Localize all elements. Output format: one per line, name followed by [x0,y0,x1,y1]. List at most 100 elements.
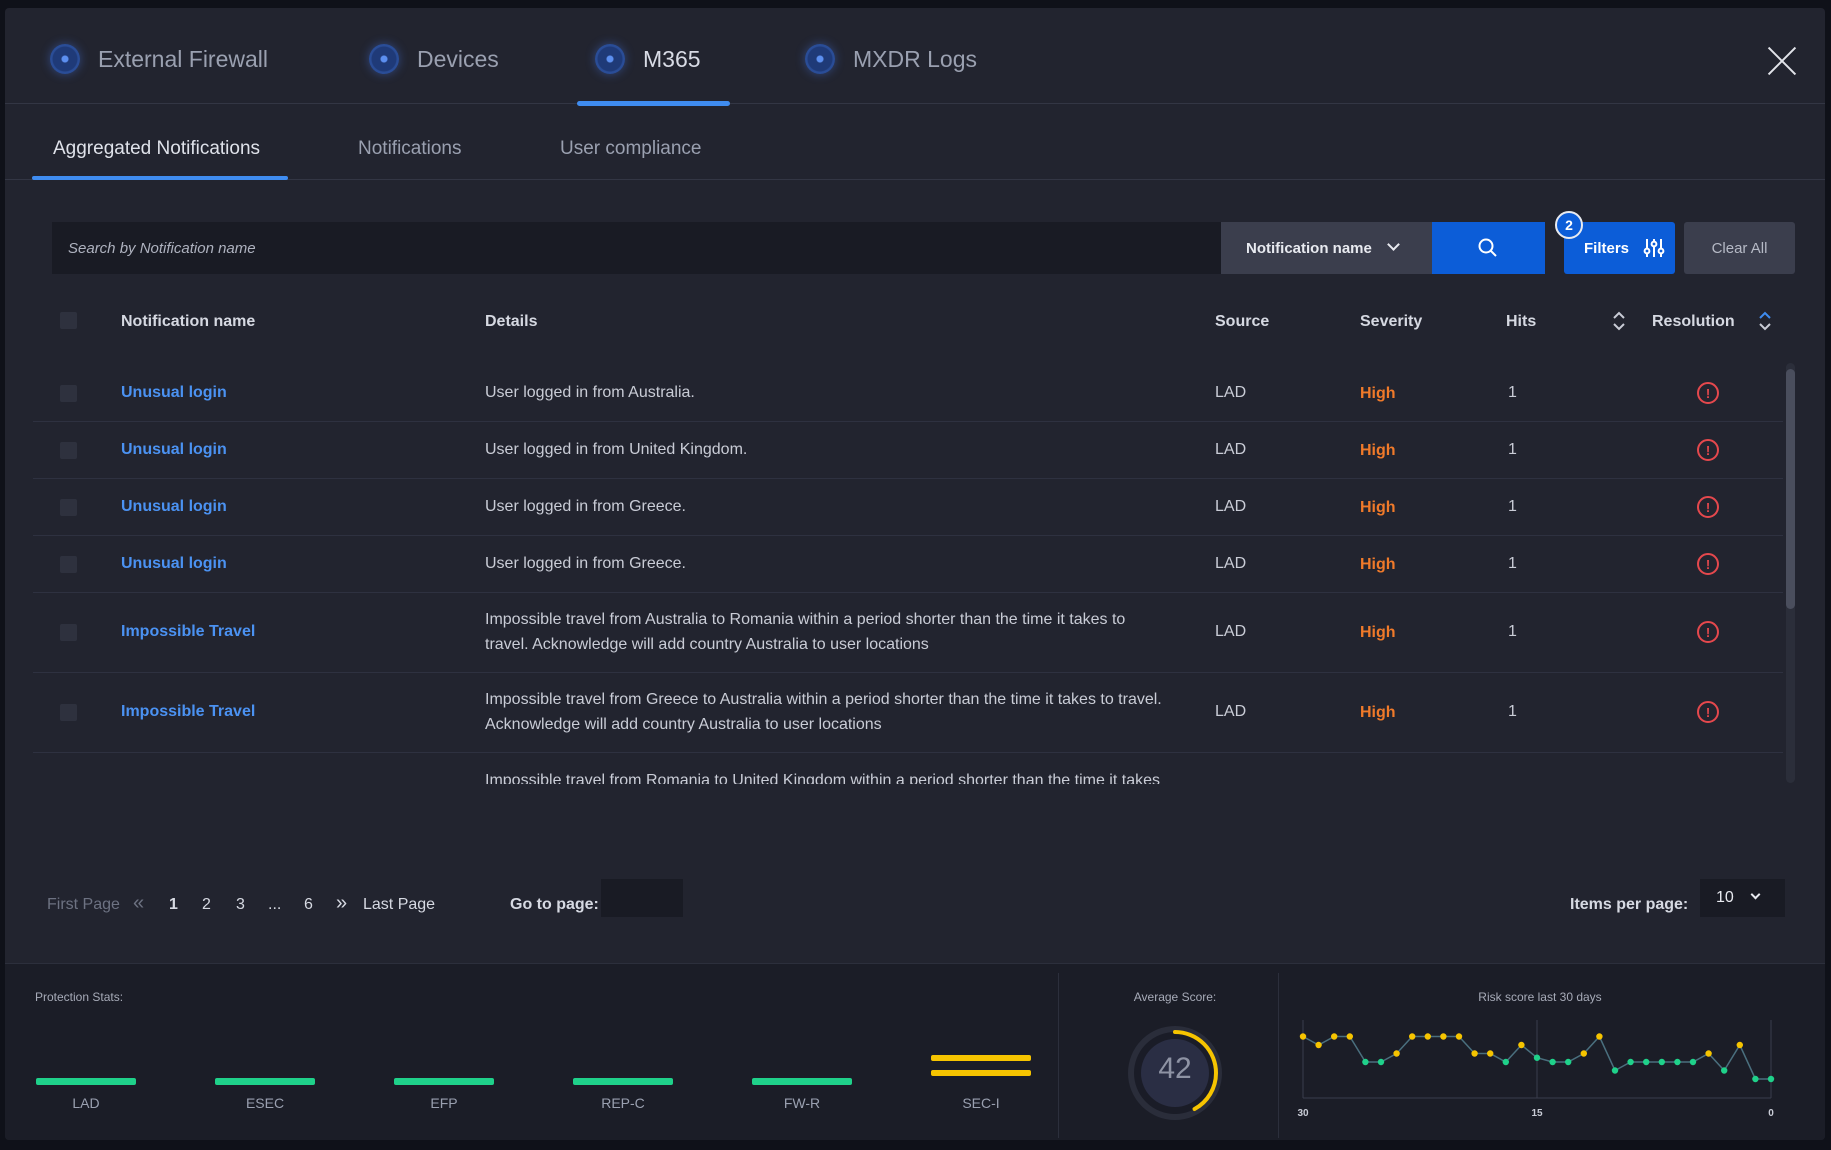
tab-devices[interactable]: Devices [369,34,499,84]
risk-score-point [1643,1058,1650,1066]
page-1[interactable]: 1 [169,896,178,914]
notification-name-link[interactable]: Unusual login [121,380,227,405]
protection-stats-label: Protection Stats: [35,990,124,1004]
notification-name-link[interactable]: Impossible Travel [121,619,255,644]
risk-score-point [1440,1033,1447,1040]
risk-score-point [1518,1041,1525,1049]
tab-notifications[interactable]: Notifications [358,138,462,160]
hits-text: 1 [1508,384,1517,401]
risk-score-point [1331,1033,1338,1040]
protection-bar-sec-i [931,1055,1031,1061]
row-checkbox[interactable] [60,556,77,573]
header-source: Source [1215,313,1270,330]
notification-name-link[interactable]: Unusual login [121,551,227,576]
risk-score-point [1471,1050,1478,1057]
source-text: LAD [1215,441,1247,458]
table-row[interactable] [33,479,1783,536]
risk-tick-0: 0 [1768,1108,1774,1119]
risk-score-point [1377,1058,1385,1066]
protection-label-lad: LAD [72,1095,100,1111]
page-6[interactable]: 6 [304,896,313,914]
sort-resolution-icon[interactable] [1758,310,1772,332]
double-chevron-right-icon[interactable]: » [336,892,347,915]
risk-score-point [1736,1041,1743,1049]
sort-hits-icon[interactable] [1612,310,1626,332]
risk-score-point [1689,1058,1697,1066]
row-checkbox[interactable] [60,499,77,516]
protection-label-rep-c: REP-C [601,1095,645,1111]
table-row-partial[interactable]: Impossible travel from Romania to United… [33,753,1783,784]
search-input[interactable] [52,222,1222,274]
alert-circle-icon[interactable]: ! [1697,439,1719,461]
source-text: LAD [1215,498,1247,515]
table-row[interactable] [33,536,1783,593]
tab-aggregated-notifications[interactable]: Aggregated Notifications [53,138,260,160]
first-page-link[interactable]: First Page [47,896,120,914]
clear-all-button[interactable]: Clear All [1684,222,1795,274]
notification-name-link[interactable]: Unusual login [121,437,227,462]
scrollbar-thumb[interactable] [1786,369,1795,609]
source-text: LAD [1215,623,1247,640]
average-score-value: 42 [1158,1052,1192,1085]
header-resolution: Resolution [1652,313,1735,330]
risk-score-point [1502,1058,1509,1066]
table-row[interactable] [33,365,1783,422]
header-hits: Hits [1506,313,1537,330]
tab-m365[interactable]: M365 [595,34,701,84]
select-all-checkbox[interactable] [60,312,77,329]
row-checkbox[interactable] [60,385,77,402]
alert-circle-icon[interactable]: ! [1697,621,1719,643]
row-checkbox[interactable] [60,704,77,721]
severity-text: High [1360,499,1396,516]
protection-label-esec: ESEC [245,1095,285,1111]
page-2[interactable]: 2 [202,896,211,914]
risk-score-point [1565,1058,1572,1066]
filters-label: Filters [1584,239,1630,257]
alert-circle-icon[interactable]: ! [1697,701,1719,723]
tab-label: Devices [417,45,499,72]
alert-circle-icon[interactable]: ! [1697,496,1719,518]
risk-score-label: Risk score last 30 days [1478,990,1602,1004]
alert-circle-icon[interactable]: ! [1697,553,1719,575]
go-to-page-input[interactable] [601,879,683,917]
risk-score-point [1611,1067,1619,1074]
tab-label: M365 [643,45,701,72]
table-scrollbar[interactable] [1786,363,1795,783]
hits-text: 1 [1508,703,1517,720]
notifications-modal: External Firewall Devices M365 MXDR Logs… [5,8,1825,1140]
double-chevron-left-icon[interactable]: « [133,892,144,915]
tab-mxdr-logs[interactable]: MXDR Logs [805,34,977,84]
items-per-page-select[interactable]: 10 [1700,879,1785,917]
notification-name-link[interactable]: Impossible Travel [121,699,255,724]
hits-text: 1 [1508,441,1517,458]
details-text-line2: travel. Acknowledge will add country Aus… [485,636,929,653]
protection-bar-sec-i [931,1070,1031,1076]
table-row[interactable] [33,422,1783,479]
row-checkbox[interactable] [60,442,77,459]
close-icon[interactable] [1765,44,1799,78]
notification-name-link[interactable]: Unusual login [121,494,227,519]
page-3[interactable]: 3 [236,896,245,914]
tab-external-firewall[interactable]: External Firewall [50,34,268,84]
details-text-line2: Acknowledge will add country Australia t… [485,716,882,733]
details-text: User logged in from Australia. [485,384,695,401]
severity-text: High [1360,624,1396,641]
alert-circle-icon[interactable]: ! [1697,382,1719,404]
search-button[interactable] [1432,222,1545,274]
protection-label-fw-r: FW-R [783,1095,821,1111]
tab-user-compliance[interactable]: User compliance [560,138,702,160]
last-page-link[interactable]: Last Page [363,896,435,914]
hits-text: 1 [1508,623,1517,640]
source-text: LAD [1215,555,1247,572]
risk-score-point [1409,1033,1416,1040]
protection-bar-lad [36,1078,136,1085]
source-text: LAD [1215,384,1247,401]
protection-bar-esec [215,1078,315,1085]
header-details: Details [485,313,538,330]
header-notification-name: Notification name [121,313,256,330]
tab-label: MXDR Logs [853,45,977,72]
details-text-line1: Impossible travel from Australia to Roma… [485,611,1126,628]
row-checkbox[interactable] [60,624,77,641]
search-field-select[interactable]: Notification name [1221,222,1432,274]
table-row[interactable] [33,673,1783,753]
